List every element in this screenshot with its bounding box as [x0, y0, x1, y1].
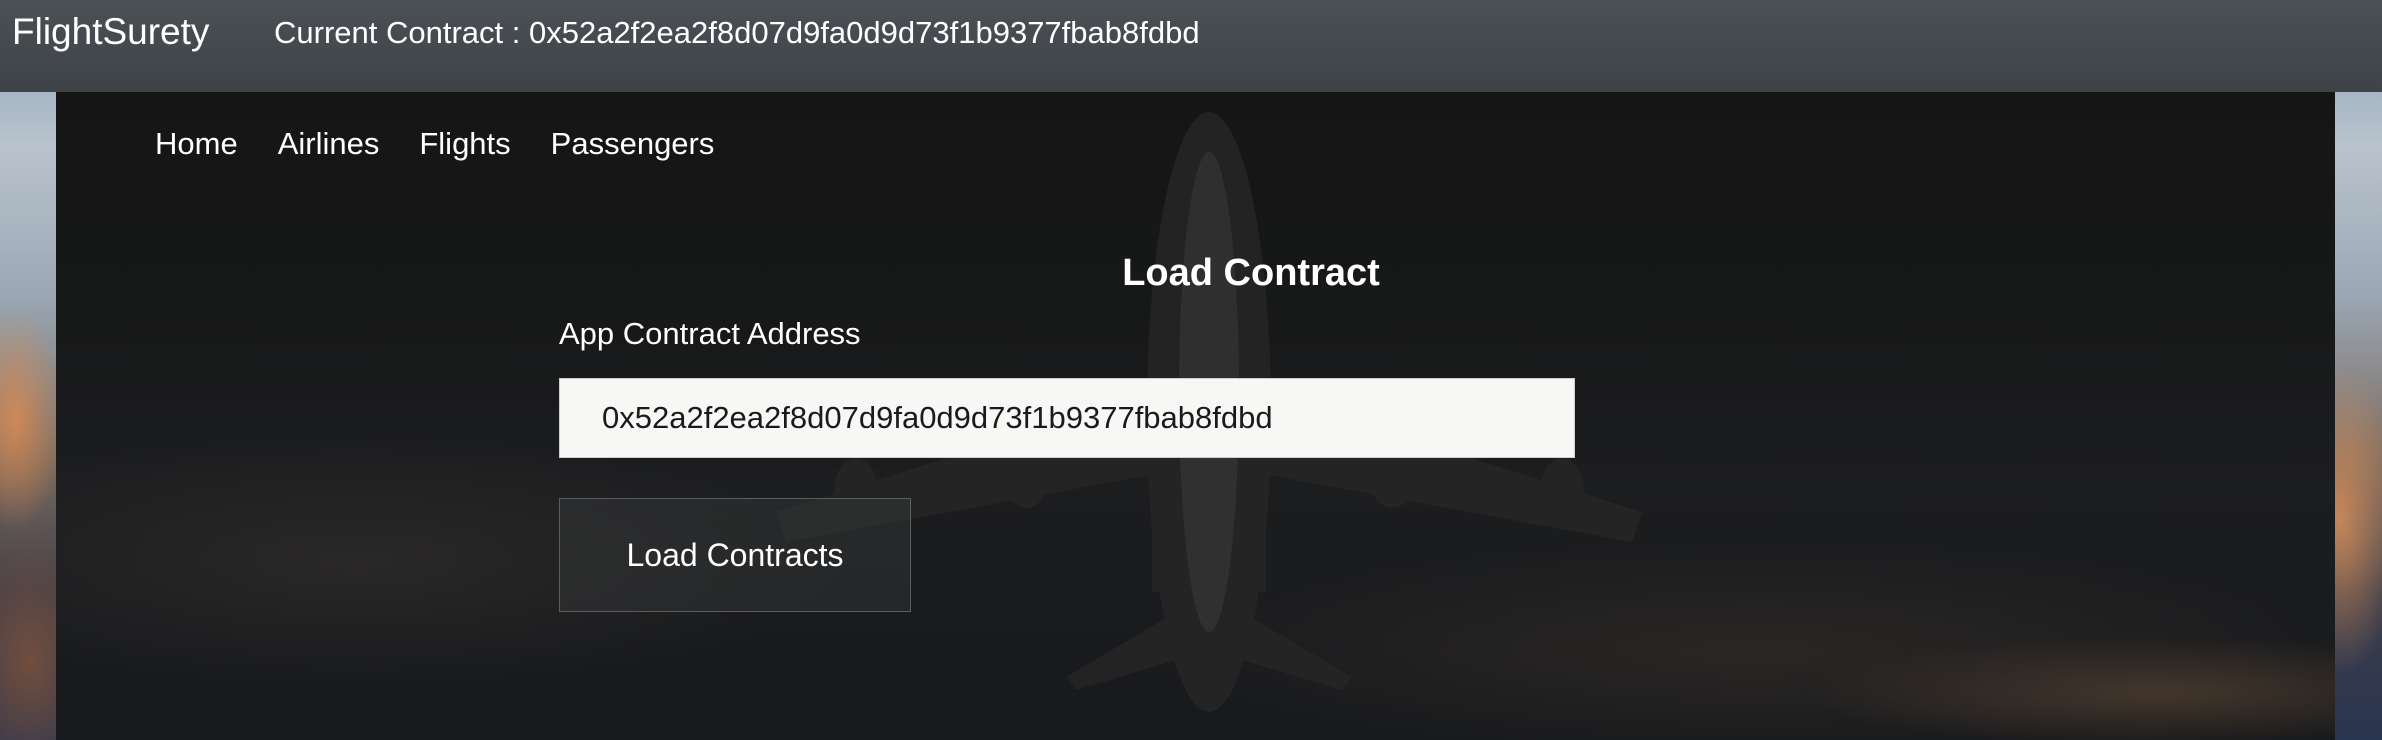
nav-flights[interactable]: Flights — [419, 124, 510, 164]
main-nav: Home Airlines Flights Passengers — [155, 124, 754, 164]
app-contract-address-label: App Contract Address — [559, 316, 861, 351]
current-contract-display: Current Contract : 0x52a2f2ea2f8d07d9fa0… — [274, 15, 1200, 50]
nav-home[interactable]: Home — [155, 124, 238, 164]
load-contracts-button[interactable]: Load Contracts — [559, 498, 911, 612]
load-contract-heading: Load Contract — [1122, 252, 1380, 294]
nav-passengers[interactable]: Passengers — [551, 124, 715, 164]
app-contract-address-input[interactable] — [559, 378, 1575, 458]
main-panel: Home Airlines Flights Passengers Load Co… — [56, 92, 2335, 740]
top-navbar: FlightSurety Current Contract : 0x52a2f2… — [0, 0, 2382, 92]
nav-airlines[interactable]: Airlines — [278, 124, 380, 164]
brand-logo-text[interactable]: FlightSurety — [12, 11, 209, 53]
